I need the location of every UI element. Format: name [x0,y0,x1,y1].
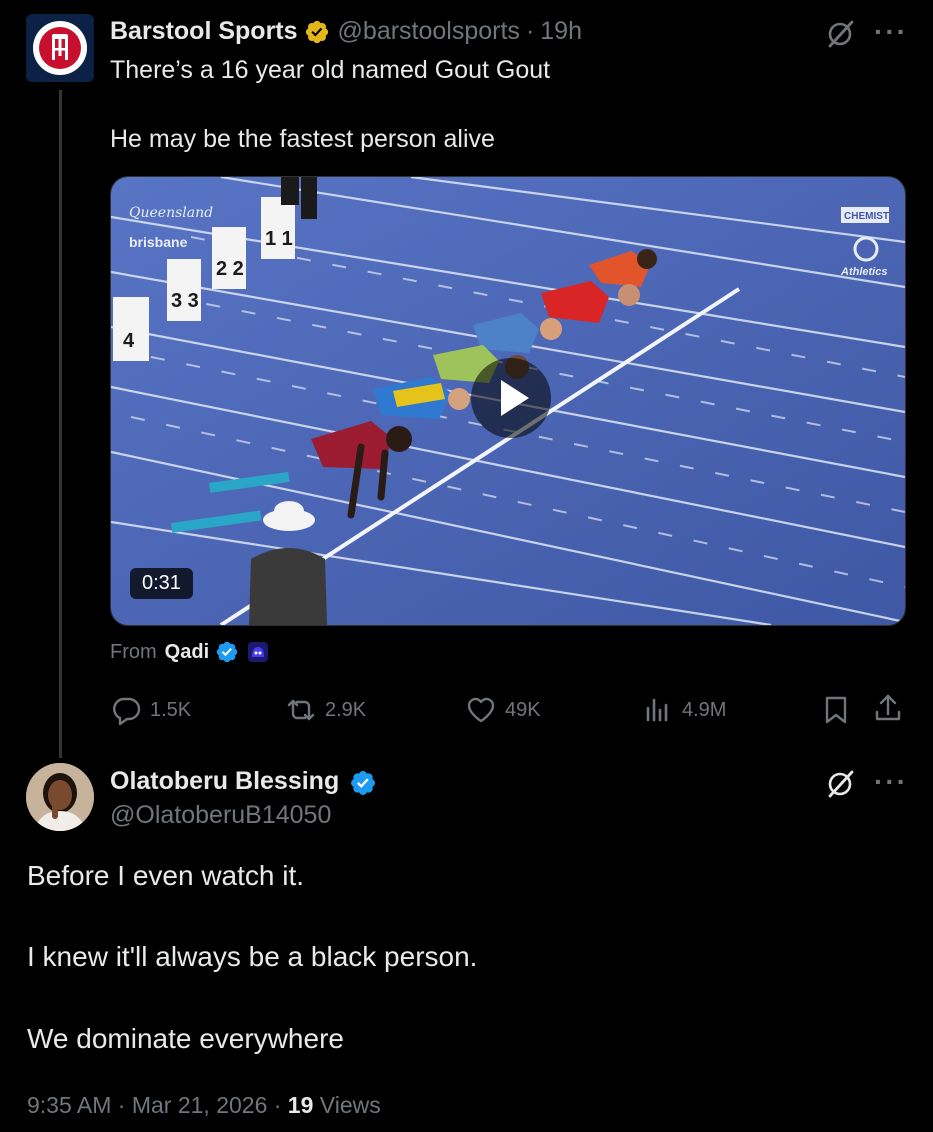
svg-text:CHEMIST: CHEMIST [844,211,889,222]
like-icon [467,697,495,723]
svg-text:4: 4 [123,330,135,352]
reply-views-count: 19 [287,1092,314,1118]
verified-badge-icon [349,769,377,802]
share-icon [875,694,901,721]
repost-icon [287,699,315,721]
views-icon [646,698,668,722]
bookmark-button[interactable] [820,694,852,726]
more-icon[interactable]: ··· [874,766,908,798]
like-count: 49K [505,698,541,721]
original-handle[interactable]: @barstoolsports [338,17,520,46]
ghost-emoji-icon [247,641,269,663]
original-time[interactable]: 19h [540,17,582,46]
reply-author-avatar[interactable] [26,763,94,831]
reply-handle[interactable]: @OlatoberuB14050 [110,801,331,830]
more-icon[interactable]: ··· [874,16,908,48]
repost-button[interactable]: 2.9K [285,694,366,726]
repost-count: 2.9K [325,698,367,721]
svg-text:Queensland: Queensland [129,205,213,221]
from-name[interactable]: Qadi [165,641,209,664]
video-duration: 0:31 [130,568,193,599]
reply-button[interactable]: 1.5K [110,694,191,726]
from-label: From [110,640,157,663]
svg-text:1 1: 1 1 [265,228,293,250]
like-button[interactable]: 49K [465,694,541,726]
verified-badge-icon [304,19,330,45]
reply-author-name-text: Olatoberu Blessing [110,767,340,795]
views-button[interactable]: 4.9M [642,694,726,726]
svg-text:3 3: 3 3 [171,290,199,312]
thread-line [59,90,62,758]
reply-count: 1.5K [150,698,192,721]
grok-icon[interactable] [824,17,858,51]
from-attribution: From Qadi [110,640,269,664]
reply-views-label: Views [313,1092,381,1118]
original-author-name[interactable]: Barstool Sports [110,17,298,46]
reply-author-name[interactable]: Olatoberu Blessing [110,767,339,796]
reply-text-line2: I knew it'll always be a black person. [27,941,478,972]
share-button[interactable] [872,692,904,724]
original-tweet-text-line1: There’s a 16 year old named Gout Gout [110,56,551,84]
reply-timestamp[interactable]: 9:35 AM · Mar 21, 2026 · [27,1092,288,1118]
bookmark-icon [825,696,847,724]
header-separator: · [525,17,535,45]
verified-badge-icon [215,640,239,664]
svg-text:Athletics: Athletics [840,266,887,278]
reply-footer: 9:35 AM · Mar 21, 2026 · 19 Views [27,1092,381,1119]
reply-icon [113,697,141,726]
play-button[interactable] [471,358,551,438]
svg-text:brisbane: brisbane [129,234,188,250]
play-icon [501,380,529,416]
reply-text-line3: We dominate everywhere [27,1023,344,1054]
reply-text-line1: Before I even watch it. [27,860,305,891]
grok-icon[interactable] [824,767,858,801]
svg-text:2 2: 2 2 [216,258,244,280]
barstool-avatar[interactable] [26,14,94,82]
original-tweet-text-line2: He may be the fastest person alive [110,125,495,153]
views-count: 4.9M [682,698,727,721]
original-tweet-header: Barstool Sports @barstoolsports · 19h [110,17,582,46]
